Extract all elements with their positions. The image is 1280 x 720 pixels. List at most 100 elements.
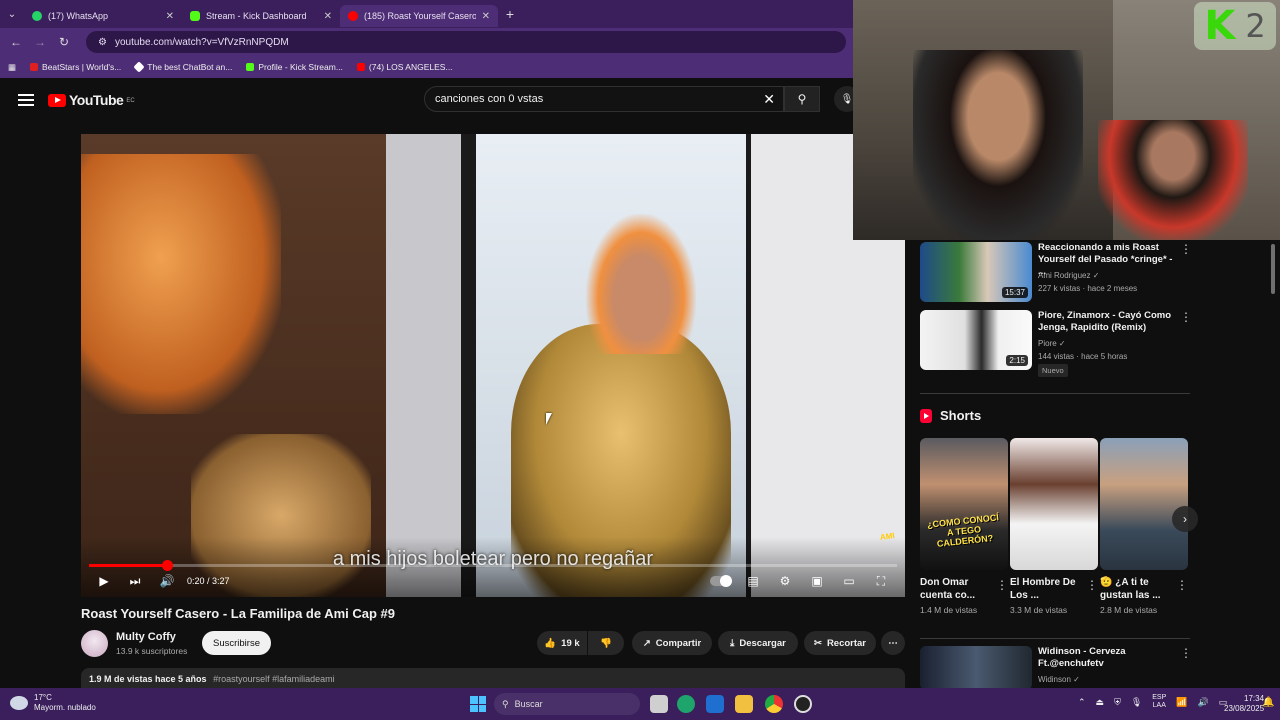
more-vert-icon[interactable]: ⋮ bbox=[1176, 578, 1188, 592]
notification-bell-icon[interactable]: 🔔 bbox=[1262, 697, 1274, 708]
clock[interactable]: 17:34 23/08/2025 bbox=[1224, 694, 1264, 714]
verified-icon: ✓ bbox=[1073, 675, 1080, 684]
share-button[interactable]: ↗ Compartir bbox=[632, 631, 712, 655]
openai-icon bbox=[133, 61, 145, 73]
play-icon[interactable]: ▶ bbox=[97, 571, 111, 591]
list-item[interactable]: 15:37 Reaccionando a mis Roast Yourself … bbox=[920, 240, 1192, 302]
video-thumbnail[interactable] bbox=[920, 646, 1032, 690]
windows-start-icon[interactable] bbox=[470, 696, 486, 712]
bookmark-los-angeles[interactable]: (74) LOS ANGELES... bbox=[356, 62, 453, 72]
channel-name[interactable]: Piore ✓ bbox=[1038, 339, 1066, 348]
video-thumbnail[interactable]: 15:37 bbox=[920, 242, 1032, 302]
apps-grid-icon[interactable]: ▦ bbox=[8, 62, 16, 73]
bookmark-chatbot[interactable]: The best ChatBot an... bbox=[133, 61, 232, 73]
miniplayer-icon[interactable]: ▣ bbox=[810, 571, 824, 591]
chrome-icon[interactable] bbox=[765, 695, 783, 713]
task-view-icon[interactable] bbox=[650, 695, 668, 713]
like-button[interactable]: 👍 19 k bbox=[537, 631, 587, 655]
outlook-icon[interactable] bbox=[706, 695, 724, 713]
taskbar-search[interactable]: ⚲ Buscar bbox=[494, 693, 640, 715]
close-icon[interactable]: ✕ bbox=[324, 11, 332, 22]
dislike-button[interactable]: 👎 bbox=[588, 631, 624, 655]
more-vert-icon[interactable]: ⋮ bbox=[1180, 310, 1192, 324]
settings-icon[interactable]: ⚙ bbox=[778, 571, 792, 591]
progress-bar[interactable] bbox=[89, 560, 897, 571]
search-button[interactable]: ⚲ bbox=[784, 86, 820, 112]
theater-mode-icon[interactable]: ▭ bbox=[842, 571, 856, 591]
tab-kick-dashboard[interactable]: Stream - Kick Dashboard ✕ bbox=[182, 5, 340, 27]
clock-time: 17:34 bbox=[1244, 694, 1265, 703]
video-player[interactable]: a mis hijos boletear pero no regañar AMI… bbox=[81, 134, 905, 597]
short-thumbnail[interactable] bbox=[1010, 438, 1098, 570]
hashtags[interactable]: #roastyourself #lafamiliadeami bbox=[213, 674, 335, 684]
subtitle-caption: a mis hijos boletear pero no regañar bbox=[332, 548, 654, 570]
obs-icon[interactable] bbox=[794, 695, 812, 713]
video-thumbnail[interactable]: 2:15 bbox=[920, 310, 1032, 370]
thumbs-up-icon: 👍 bbox=[544, 637, 557, 649]
video-title[interactable]: Widinson - Cerveza Ft.@enchufetv bbox=[1038, 646, 1176, 670]
channel-name[interactable]: Widinson ✓ bbox=[1038, 675, 1080, 684]
tab-youtube-video[interactable]: (185) Roast Yourself Casero - L ✕ bbox=[340, 5, 498, 27]
more-actions-button[interactable]: ⋯ bbox=[881, 631, 905, 655]
chevron-up-icon[interactable]: ⌃ bbox=[1078, 697, 1086, 708]
url-field[interactable]: ⚙ youtube.com/watch?v=VfVzRnNPQDM bbox=[86, 31, 846, 53]
fullscreen-icon[interactable]: ⛶ bbox=[874, 571, 888, 591]
duration-badge: 2:15 bbox=[1006, 355, 1028, 366]
forward-icon[interactable]: → bbox=[32, 35, 48, 49]
volume-icon[interactable]: 🔊 bbox=[160, 571, 175, 591]
reload-icon[interactable]: ↻ bbox=[56, 35, 72, 49]
captions-icon[interactable]: ▤ bbox=[746, 571, 760, 591]
site-info-icon[interactable]: ⚙ bbox=[98, 37, 107, 48]
next-icon[interactable]: ⏭ bbox=[128, 571, 142, 591]
language-indicator[interactable]: ESP LAA bbox=[1152, 694, 1166, 710]
autoplay-toggle[interactable] bbox=[708, 571, 734, 591]
more-vert-icon[interactable]: ⋮ bbox=[1180, 646, 1192, 660]
back-icon[interactable]: ← bbox=[8, 35, 24, 49]
search-query: canciones con 0 vstas bbox=[435, 93, 544, 105]
list-item[interactable]: 2:15 Piore, Zinamorx - Cayó Como Jenga, … bbox=[920, 308, 1192, 370]
usb-icon[interactable]: ⏏ bbox=[1096, 697, 1105, 708]
avatar[interactable] bbox=[81, 630, 108, 657]
tab-whatsapp[interactable]: (17) WhatsApp ✕ bbox=[24, 5, 182, 27]
video-title[interactable]: Piore, Zinamorx - Cayó Como Jenga, Rapid… bbox=[1038, 310, 1176, 334]
tab-search-icon[interactable]: ⌄ bbox=[0, 0, 24, 28]
clear-icon[interactable]: ✕ bbox=[763, 91, 775, 108]
short-item[interactable]: ¿COMO CONOCÍ A TEGO CALDERÓN? Don Omar c… bbox=[920, 438, 1008, 615]
close-icon[interactable]: ✕ bbox=[482, 11, 490, 22]
page-scrollbar[interactable] bbox=[1270, 240, 1276, 688]
whatsapp-icon bbox=[32, 11, 42, 21]
subscribe-button[interactable]: Suscribirse bbox=[202, 631, 271, 655]
bookmark-kick-profile[interactable]: Profile - Kick Stream... bbox=[246, 62, 343, 72]
download-button[interactable]: ⤓ Descargar bbox=[718, 631, 798, 655]
mic-icon[interactable]: 🎙 bbox=[1131, 697, 1142, 708]
scrollbar-thumb[interactable] bbox=[1271, 244, 1275, 294]
more-vert-icon[interactable]: ⋮ bbox=[1086, 578, 1098, 592]
short-thumbnail[interactable]: ¿COMO CONOCÍ A TEGO CALDERÓN? bbox=[920, 438, 1008, 570]
youtube-logo[interactable]: YouTube EC bbox=[48, 92, 135, 108]
short-title: 🫡 ¿A ti te gustan las ... bbox=[1100, 577, 1161, 601]
more-vert-icon[interactable]: ⋮ bbox=[996, 578, 1008, 592]
kick-logo: K bbox=[1204, 3, 1236, 49]
shorts-next-button[interactable]: › bbox=[1172, 506, 1198, 532]
clip-button[interactable]: ✂ Recortar bbox=[804, 631, 876, 655]
verified-icon: ✓ bbox=[1058, 339, 1066, 348]
short-thumbnail[interactable] bbox=[1100, 438, 1188, 570]
new-tab-button[interactable]: + bbox=[498, 6, 522, 22]
search-icon: ⚲ bbox=[797, 92, 807, 106]
bookmark-beatstars[interactable]: BeatStars | World's... bbox=[30, 62, 121, 72]
short-item[interactable]: El Hombre De Los ... 3.3 M de vistas ⋮ bbox=[1010, 438, 1098, 615]
menu-icon[interactable] bbox=[18, 94, 34, 106]
channel-name[interactable]: Ami Rodriguez ✓ bbox=[1038, 271, 1099, 280]
tab-label: (185) Roast Yourself Casero - L bbox=[364, 11, 476, 21]
shield-icon[interactable]: ⛨ bbox=[1114, 697, 1121, 708]
file-explorer-icon[interactable] bbox=[735, 695, 753, 713]
more-vert-icon[interactable]: ⋮ bbox=[1180, 242, 1192, 256]
close-icon[interactable]: ✕ bbox=[166, 11, 174, 22]
channel-name[interactable]: Multy Coffy bbox=[116, 631, 176, 643]
search-input[interactable]: canciones con 0 vstas ✕ bbox=[424, 86, 784, 112]
edge-icon[interactable] bbox=[677, 695, 695, 713]
wifi-icon[interactable]: 📶 bbox=[1176, 697, 1187, 708]
speaker-icon[interactable]: 🔊 bbox=[1198, 697, 1209, 708]
kick-badge: K 2 bbox=[1194, 2, 1276, 50]
weather-widget[interactable]: 17°C Mayorm. nublado bbox=[10, 693, 96, 713]
